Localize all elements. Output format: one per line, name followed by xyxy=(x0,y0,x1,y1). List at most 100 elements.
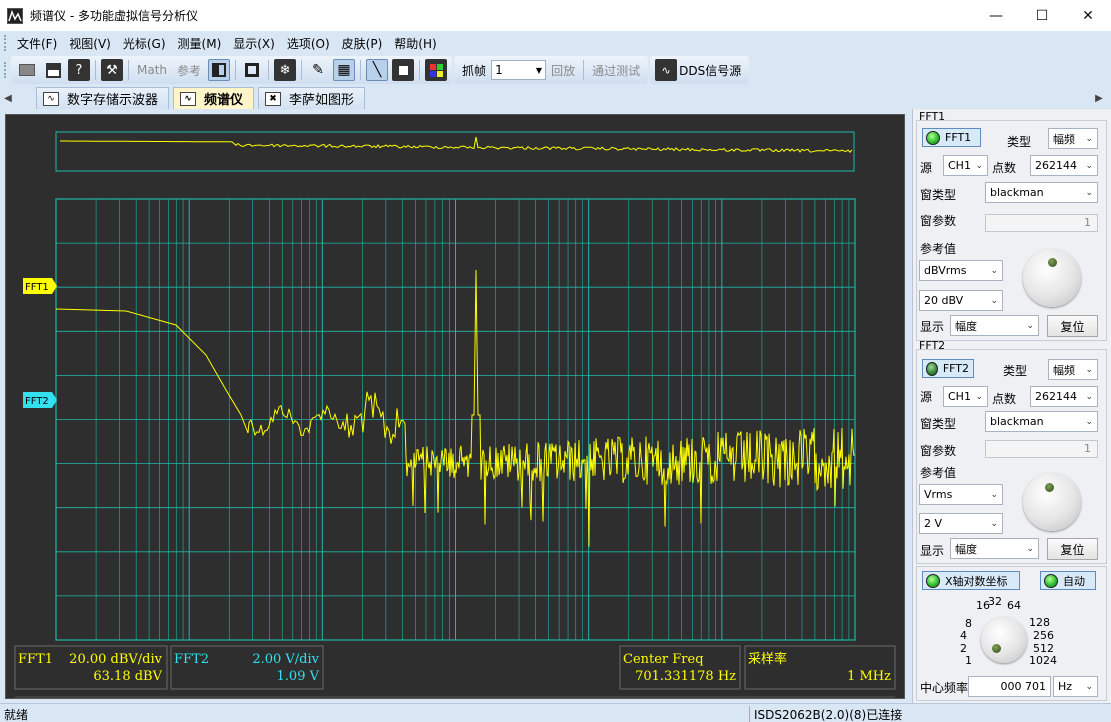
fft1-display-label: 显示 xyxy=(920,320,945,334)
snowflake-icon: ❄ xyxy=(279,62,291,78)
chevron-down-icon: ⌄ xyxy=(1085,391,1093,402)
spectrum-svg[interactable]: FFT1 FFT2 FFT1 20.00 dBV/div 63.18 dBV F… xyxy=(6,115,906,700)
snowflake-button[interactable]: ❄ xyxy=(274,59,297,81)
fft1-window-select[interactable]: blackman ⌄ xyxy=(985,182,1098,203)
fft2-display-select[interactable]: 幅度 ⌄ xyxy=(950,538,1039,559)
menu-display[interactable]: 显示(X) xyxy=(227,35,281,52)
fft2-window-select[interactable]: blackman ⌄ xyxy=(985,411,1098,432)
fft2-type-select[interactable]: 幅频 ⌄ xyxy=(1048,359,1098,380)
spectrum-display[interactable]: FFT1 FFT2 FFT1 20.00 dBV/div 63.18 dBV F… xyxy=(5,114,905,699)
color-button[interactable] xyxy=(425,59,448,81)
xaxis-log-toggle[interactable]: X轴对数坐标 xyxy=(922,571,1020,590)
help-button[interactable]: ? xyxy=(68,59,90,81)
save-button[interactable] xyxy=(42,59,64,81)
fft1-reset-button[interactable]: 复位 xyxy=(1047,315,1098,337)
chevron-down-icon: ⌄ xyxy=(975,391,983,402)
fft1-source-label: 源 xyxy=(920,161,933,175)
menu-view[interactable]: 视图(V) xyxy=(63,35,117,52)
tab-lissajous-label: 李萨如图形 xyxy=(289,93,355,108)
minimize-icon: — xyxy=(989,7,1003,24)
chevron-down-icon: ⌄ xyxy=(1085,160,1093,171)
fft1-param-input[interactable]: 1 xyxy=(985,214,1098,232)
fft1-points-select[interactable]: 262144 ⌄ xyxy=(1030,155,1098,176)
split-view-button[interactable] xyxy=(208,59,231,81)
tab-lissajous[interactable]: ✖ 李萨如图形 xyxy=(258,87,366,109)
auto-toggle[interactable]: 自动 xyxy=(1040,571,1096,590)
save-icon xyxy=(45,62,61,78)
menu-cursor[interactable]: 光标(G) xyxy=(117,35,172,52)
fft2-toggle[interactable]: FFT2 xyxy=(922,359,974,378)
fft1-toggle[interactable]: FFT1 xyxy=(922,128,981,147)
capture-select[interactable]: 1 ▼ xyxy=(491,60,547,80)
playback-button[interactable]: 回放 xyxy=(546,62,580,79)
chevron-down-icon: ⌄ xyxy=(1085,133,1093,144)
center-freq-input-value: 000 701 xyxy=(1000,680,1047,693)
hammer-button[interactable]: ⚒ xyxy=(101,59,123,81)
tab-spectrum[interactable]: ∿ 频谱仪 xyxy=(173,87,255,109)
tab-oscilloscope-label: 数字存储示波器 xyxy=(67,93,159,108)
fft2-reset-button[interactable]: 复位 xyxy=(1047,538,1098,560)
menu-measure[interactable]: 测量(M) xyxy=(172,35,228,52)
line-button[interactable]: ╲ xyxy=(366,59,389,81)
menu-options[interactable]: 选项(O) xyxy=(281,35,336,52)
chevron-down-icon: ⌄ xyxy=(990,489,998,500)
chevron-right-icon: ▶ xyxy=(1095,92,1103,104)
fft2-ref-knob[interactable] xyxy=(1023,473,1081,531)
line-icon: ╲ xyxy=(372,62,382,78)
menu-file[interactable]: 文件(F) xyxy=(11,35,63,52)
fft1-ref-value-select[interactable]: 20 dBV ⌄ xyxy=(919,290,1003,311)
fft1-ref-knob[interactable] xyxy=(1023,249,1081,307)
fft1-led-icon xyxy=(926,130,940,145)
app-icon xyxy=(7,7,23,24)
stop-button[interactable] xyxy=(392,59,415,81)
status-bar: 就绪 ISDS2062B(2.0)(8)已连接 xyxy=(0,703,1111,722)
chevron-left-icon: ◀ xyxy=(4,92,12,104)
fullscreen-button[interactable] xyxy=(241,59,263,81)
minimize-button[interactable]: — xyxy=(973,0,1019,31)
toolbar-grip xyxy=(4,62,7,78)
fft2-display-label: 显示 xyxy=(920,544,945,558)
probe-button[interactable]: ✎ xyxy=(307,59,329,81)
tab-oscilloscope[interactable]: ∿ 数字存储示波器 xyxy=(36,87,170,109)
xaxis-scale-knob[interactable] xyxy=(981,617,1027,663)
pass-test-button[interactable]: 通过测试 xyxy=(587,62,645,79)
math-button[interactable]: Math xyxy=(132,63,172,77)
fft2-points-select[interactable]: 262144 ⌄ xyxy=(1030,386,1098,407)
center-freq-label: 中心频率 xyxy=(920,681,969,695)
fft2-param-input[interactable]: 1 xyxy=(985,440,1098,458)
zoom-button[interactable]: ▦ xyxy=(333,59,356,81)
center-freq-unit-select[interactable]: Hz ⌄ xyxy=(1053,676,1098,697)
chevron-down-icon: ⌄ xyxy=(1085,416,1093,427)
scale-label-2: 32 xyxy=(988,595,1002,608)
maximize-button[interactable]: ☐ xyxy=(1019,0,1065,31)
fft1-ref-unit-select[interactable]: dBVrms ⌄ xyxy=(919,260,1003,281)
tab-scroll-left[interactable]: ◀ xyxy=(0,87,16,109)
center-freq-input[interactable]: 000 701 xyxy=(968,676,1051,697)
connection-status: ISDS2062B(2.0)(8)已连接 xyxy=(749,706,902,722)
dds-icon-button[interactable]: ∿ xyxy=(655,59,678,81)
fft2-source-select[interactable]: CH1 ⌄ xyxy=(943,386,988,407)
fft2-toggle-label: FFT2 xyxy=(942,362,969,375)
fft2-ref-unit-select[interactable]: Vrms ⌄ xyxy=(919,484,1003,505)
fft1-marker-label: FFT1 xyxy=(25,282,49,293)
center-freq-label: Center Freq xyxy=(623,652,704,667)
fft2-window-value: blackman xyxy=(990,415,1044,428)
fft1-display-select[interactable]: 幅度 ⌄ xyxy=(950,315,1039,336)
tab-scroll-right[interactable]: ▶ xyxy=(1091,87,1107,109)
menu-grip xyxy=(4,35,7,51)
fft2-ref-value-select[interactable]: 2 V ⌄ xyxy=(919,513,1003,534)
fft2-source-label: 源 xyxy=(920,390,933,404)
menu-help[interactable]: 帮助(H) xyxy=(388,35,442,52)
menu-skin[interactable]: 皮肤(P) xyxy=(336,35,389,52)
color-grid-icon xyxy=(429,63,443,77)
close-button[interactable]: ✕ xyxy=(1065,0,1111,31)
ref-button[interactable]: 参考 xyxy=(172,62,206,79)
fft1-type-select[interactable]: 幅频 ⌄ xyxy=(1048,128,1098,149)
plot-container: FFT1 FFT2 FFT1 20.00 dBV/div 63.18 dBV F… xyxy=(0,109,912,703)
fft1-source-select[interactable]: CH1 ⌄ xyxy=(943,155,988,176)
control-panel: FFT1 FFT1 类型 幅频 ⌄ 源 CH1 ⌄ 点数 262144 ⌄ 窗类型 b… xyxy=(912,109,1111,703)
dds-button[interactable]: DDS信号源 xyxy=(679,62,746,79)
open-button[interactable] xyxy=(16,59,38,81)
fft1-marker: FFT1 xyxy=(23,278,57,294)
chevron-down-icon: ⌄ xyxy=(990,518,998,529)
